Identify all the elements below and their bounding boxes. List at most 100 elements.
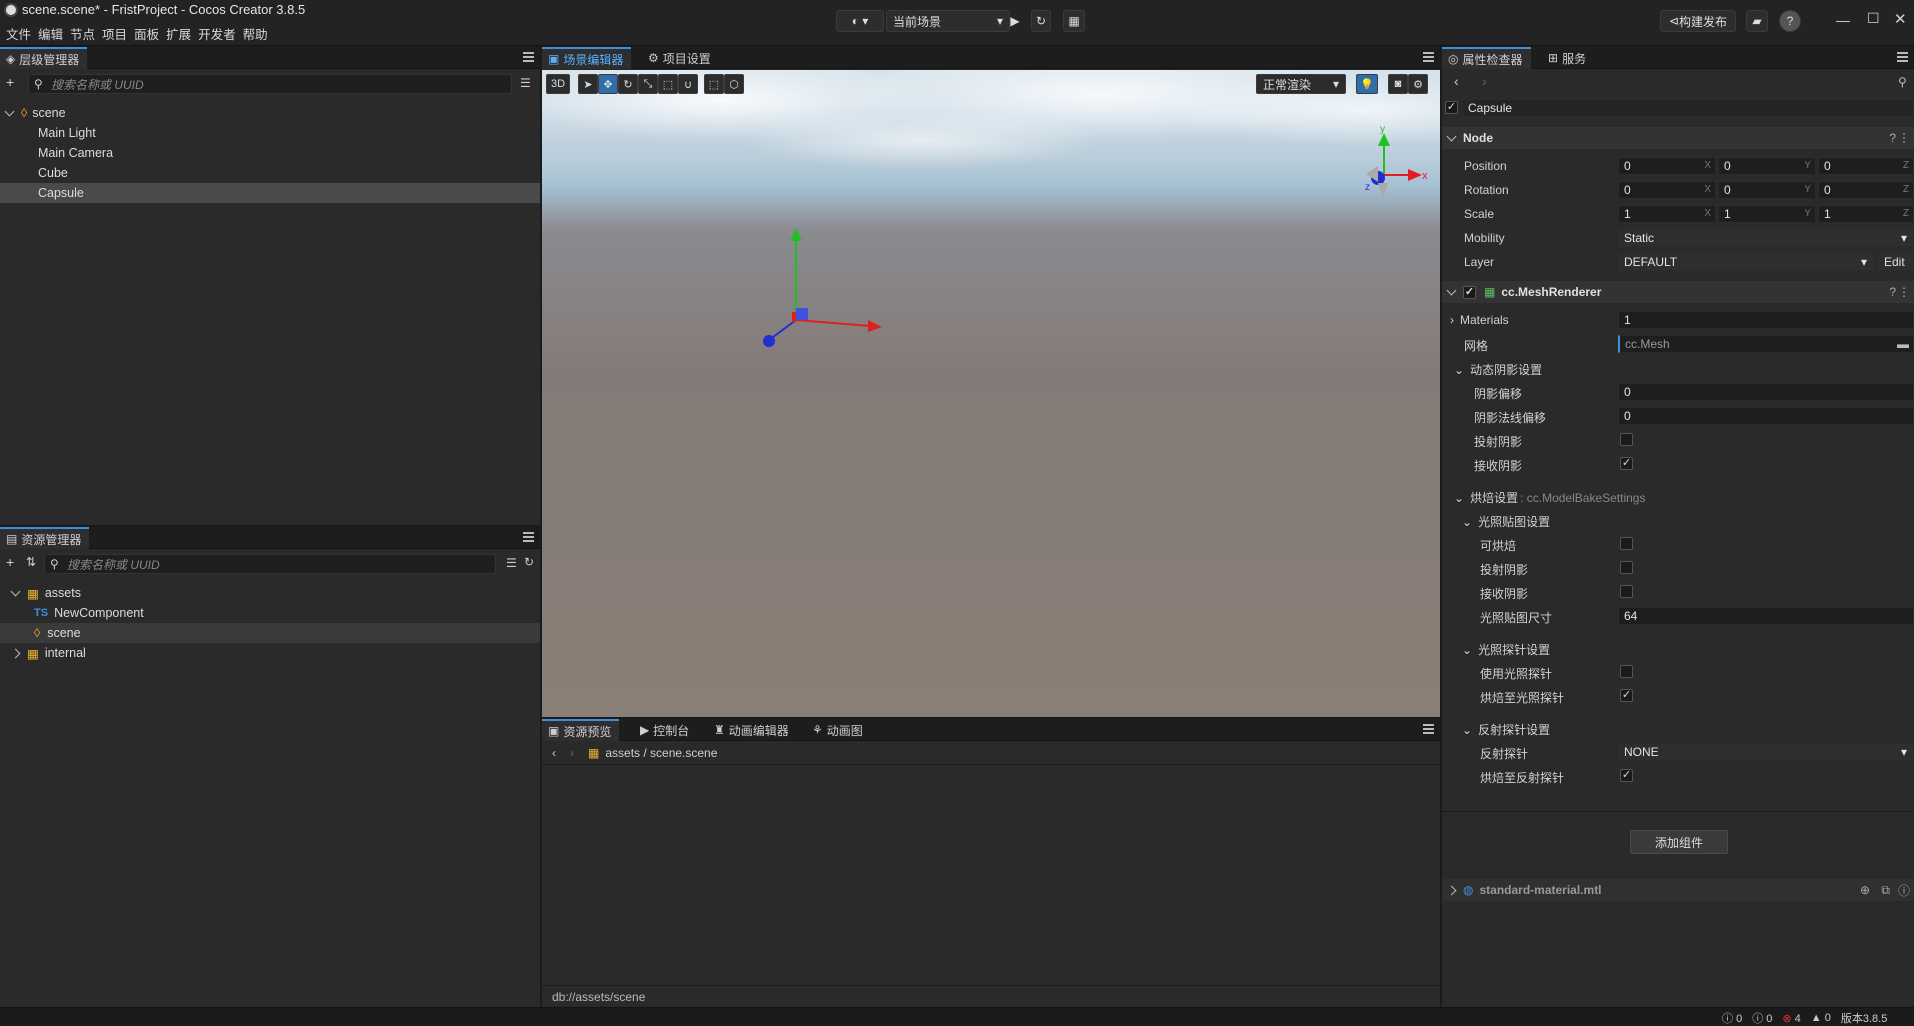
lightmap-cast-shadow-checkbox[interactable]: [1620, 561, 1633, 574]
layer-edit-button[interactable]: Edit: [1878, 253, 1914, 271]
transform-gizmo[interactable]: [763, 228, 882, 347]
menu-edit[interactable]: 编辑: [38, 24, 70, 43]
reflection-probe-select[interactable]: NONE ▾: [1618, 743, 1914, 761]
add-component-button[interactable]: 添加组件: [1630, 830, 1728, 854]
build-publish-button[interactable]: ⊲ 构建发布: [1660, 10, 1736, 32]
asset-item-newcomponent[interactable]: TS NewComponent: [0, 603, 540, 623]
add-asset-icon[interactable]: +: [6, 554, 14, 570]
reflection-probe-group[interactable]: ⌄ 反射探针设置: [1462, 721, 1550, 738]
forward-icon[interactable]: ›: [570, 746, 574, 760]
lightmap-settings-group[interactable]: ⌄ 光照贴图设置: [1462, 513, 1550, 530]
tab-animation-graph[interactable]: ⚘ 动画图: [806, 719, 871, 741]
add-node-icon[interactable]: +: [6, 74, 14, 90]
qrcode-button[interactable]: ▦: [1063, 10, 1085, 32]
mobility-select[interactable]: Static ▾: [1618, 229, 1914, 247]
materials-count-input[interactable]: 1: [1618, 311, 1914, 329]
tree-item-main-camera[interactable]: Main Camera: [0, 143, 540, 163]
position-y-input[interactable]: 0Y: [1718, 157, 1816, 175]
node-section-header[interactable]: Node ? ⋮: [1442, 127, 1914, 149]
menu-extension[interactable]: 扩展: [166, 24, 198, 43]
copy-icon[interactable]: ⧉: [1881, 883, 1890, 898]
position-z-input[interactable]: 0Z: [1818, 157, 1914, 175]
receive-shadow-checkbox[interactable]: ✓: [1620, 457, 1633, 470]
mesh-renderer-enabled-checkbox[interactable]: ✓: [1463, 285, 1476, 299]
refresh-button[interactable]: ↻: [1031, 10, 1051, 32]
bottom-menu-icon[interactable]: [1423, 724, 1434, 734]
rotation-x-input[interactable]: 0X: [1618, 181, 1716, 199]
use-light-probe-checkbox[interactable]: [1620, 665, 1633, 678]
lightmap-receive-shadow-checkbox[interactable]: [1620, 585, 1633, 598]
maximize-icon[interactable]: ☐: [1867, 10, 1880, 27]
play-button[interactable]: ▶: [1005, 10, 1025, 32]
tab-assets[interactable]: ▤ 资源管理器: [0, 527, 90, 549]
material-section-header[interactable]: ◍ standard-material.mtl ⊕ ⧉ ⓘ: [1442, 879, 1914, 901]
bake-settings-group[interactable]: ⌄ 烘焙设置: cc.ModelBakeSettings: [1454, 489, 1645, 506]
hierarchy-menu-icon[interactable]: [523, 52, 534, 62]
collapse-all-icon[interactable]: ☰: [506, 556, 517, 570]
bake-to-reflection-probe-checkbox[interactable]: ✓: [1620, 769, 1633, 782]
menu-node[interactable]: 节点: [70, 24, 102, 43]
tab-project-settings[interactable]: ⚙ 项目设置: [642, 47, 719, 69]
menu-developer[interactable]: 开发者: [198, 24, 243, 43]
tab-asset-preview[interactable]: ▣ 资源预览: [542, 719, 620, 741]
bakeable-checkbox[interactable]: [1620, 537, 1633, 550]
tab-animation-editor[interactable]: ♜ 动画编辑器: [708, 719, 797, 741]
tab-scene-editor[interactable]: ▣ 场景编辑器: [542, 47, 632, 69]
minimize-icon[interactable]: —: [1836, 12, 1850, 28]
refresh-icon[interactable]: ↻: [524, 555, 534, 569]
bake-to-light-probe-checkbox[interactable]: ✓: [1620, 689, 1633, 702]
tree-item-main-light[interactable]: Main Light: [0, 123, 540, 143]
tree-item-capsule[interactable]: Capsule: [0, 183, 540, 203]
tab-hierarchy[interactable]: ◈ 层级管理器: [0, 47, 88, 69]
asset-item-scene[interactable]: ◊ scene: [0, 623, 540, 643]
scale-y-input[interactable]: 1Y: [1718, 205, 1816, 223]
position-x-input[interactable]: 0X: [1618, 157, 1716, 175]
mesh-asset-field[interactable]: cc.Mesh ▬: [1618, 335, 1914, 353]
layer-select[interactable]: DEFAULT ▾: [1618, 253, 1874, 271]
materials-row[interactable]: › Materials: [1450, 313, 1509, 327]
shadow-bias-input[interactable]: 0: [1618, 383, 1914, 401]
hierarchy-search-input[interactable]: ⚲ 搜索名称或 UUID: [28, 74, 512, 94]
tree-item-cube[interactable]: Cube: [0, 163, 540, 183]
more-icon[interactable]: ⋮: [1898, 285, 1910, 299]
rotation-z-input[interactable]: 0Z: [1818, 181, 1914, 199]
tree-item-scene[interactable]: ◊ scene: [0, 103, 540, 123]
close-icon[interactable]: ✕: [1894, 10, 1907, 28]
assets-menu-icon[interactable]: [523, 532, 534, 542]
cast-shadow-checkbox[interactable]: [1620, 433, 1633, 446]
scene-viewport[interactable]: 3D ➤ ✥ ↻ ⤡ ⬚ ∪ ⬚ ⬡ 正常渲染 ▾ 💡 ◙ ⚙ y x z: [542, 70, 1440, 717]
rotation-y-input[interactable]: 0Y: [1718, 181, 1816, 199]
info-icon[interactable]: ⓘ: [1898, 882, 1910, 899]
help-button[interactable]: ?: [1779, 10, 1801, 32]
back-icon[interactable]: ‹: [1454, 73, 1459, 89]
collapse-all-icon[interactable]: ☰: [520, 76, 531, 90]
inspector-menu-icon[interactable]: [1897, 52, 1908, 62]
light-probe-group[interactable]: ⌄ 光照探针设置: [1462, 641, 1550, 658]
help-icon[interactable]: ?: [1889, 285, 1896, 299]
node-active-checkbox[interactable]: ✓: [1445, 101, 1458, 114]
notice-count[interactable]: ▲ 0: [1811, 1012, 1831, 1024]
menu-help[interactable]: 帮助: [243, 24, 275, 43]
lightmap-size-input[interactable]: 64: [1618, 607, 1914, 625]
pin-icon[interactable]: ⚲: [1898, 75, 1907, 89]
dynamic-shadow-group[interactable]: ⌄ 动态阴影设置: [1454, 361, 1542, 378]
asset-item-assets[interactable]: ▦ assets: [0, 583, 540, 603]
sort-icon[interactable]: ⇅: [26, 555, 36, 569]
view-orientation-gizmo[interactable]: y x z: [1365, 124, 1428, 198]
scale-x-input[interactable]: 1X: [1618, 205, 1716, 223]
menu-project[interactable]: 项目: [102, 24, 134, 43]
menu-file[interactable]: 文件: [6, 24, 38, 43]
mesh-renderer-header[interactable]: ✓ ▦ cc.MeshRenderer ? ⋮: [1442, 281, 1914, 303]
tab-services[interactable]: ⊞ 服务: [1542, 47, 1594, 69]
forward-icon[interactable]: ›: [1482, 73, 1487, 89]
shadow-normal-bias-input[interactable]: 0: [1618, 407, 1914, 425]
platform-dropdown[interactable]: ◐ ▾: [836, 10, 884, 32]
locate-icon[interactable]: ⊕: [1860, 883, 1870, 897]
lock-icon[interactable]: ▬: [1897, 337, 1909, 351]
more-icon[interactable]: ⋮: [1898, 131, 1910, 145]
tab-inspector[interactable]: ◎ 属性检查器: [1442, 47, 1531, 69]
menu-panel[interactable]: 面板: [134, 24, 166, 43]
scale-z-input[interactable]: 1Z: [1818, 205, 1914, 223]
assets-search-input[interactable]: ⚲ 搜索名称或 UUID: [44, 554, 496, 574]
scene-menu-icon[interactable]: [1423, 52, 1434, 62]
